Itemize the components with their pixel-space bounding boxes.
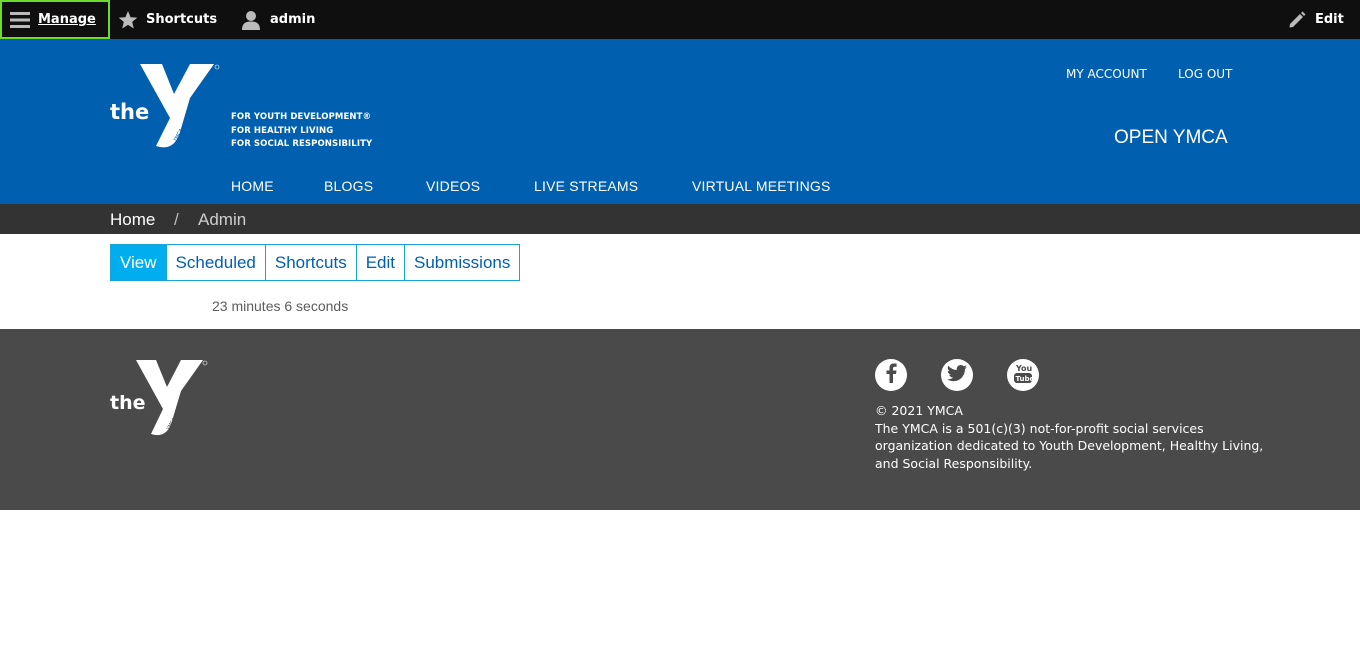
facebook-link[interactable]: [875, 359, 907, 391]
breadcrumb: Home / Admin: [0, 204, 1360, 234]
shortcuts-label: Shortcuts: [146, 12, 218, 27]
copyright-description: The YMCA is a 501(c)(3) not-for-profit s…: [875, 420, 1264, 471]
local-tabs: View Scheduled Shortcuts Edit Submission…: [110, 244, 521, 281]
youtube-link[interactable]: You Tube: [1007, 359, 1039, 391]
svg-text:the: the: [110, 100, 149, 124]
breadcrumb-home[interactable]: Home: [110, 210, 155, 230]
pencil-icon: [1288, 11, 1306, 29]
tab-view[interactable]: View: [111, 245, 166, 280]
copyright-text: © 2021 YMCA The YMCA is a 501(c)(3) not-…: [875, 402, 1275, 472]
facebook-icon: [884, 363, 898, 387]
copyright-line: © 2021 YMCA: [875, 403, 963, 418]
tab-shortcuts[interactable]: Shortcuts: [264, 245, 356, 280]
breadcrumb-current: Admin: [198, 210, 247, 229]
user-label: admin: [270, 12, 316, 27]
tagline-line: FOR HEALTHY LIVING: [231, 125, 334, 136]
nav-item-blogs[interactable]: BLOGS: [324, 178, 373, 194]
log-out-link[interactable]: LOG OUT: [1178, 67, 1232, 81]
tab-scheduled[interactable]: Scheduled: [165, 245, 265, 280]
shortcuts-button[interactable]: Shortcuts: [118, 0, 217, 39]
my-account-link[interactable]: MY ACCOUNT: [1066, 67, 1147, 81]
twitter-icon: [947, 364, 967, 386]
star-icon: [118, 10, 138, 30]
user-button[interactable]: admin: [241, 0, 315, 39]
menu-icon: [10, 11, 30, 29]
site-name[interactable]: OPEN YMCA: [1114, 127, 1228, 149]
member-duration: 23 minutes 6 seconds: [212, 298, 349, 314]
nav-item-home[interactable]: HOME: [231, 178, 274, 194]
tab-edit[interactable]: Edit: [355, 245, 404, 280]
tagline: FOR YOUTH DEVELOPMENT® FOR HEALTHY LIVIN…: [231, 111, 372, 152]
youtube-icon: You Tube: [1013, 362, 1035, 388]
breadcrumb-separator: /: [174, 210, 179, 229]
nav-item-live-streams[interactable]: LIVE STREAMS: [534, 178, 638, 194]
tab-submissions[interactable]: Submissions: [404, 245, 520, 280]
twitter-link[interactable]: [941, 359, 973, 391]
manage-button[interactable]: Manage: [0, 0, 110, 39]
tagline-line: FOR YOUTH DEVELOPMENT®: [231, 112, 372, 122]
manage-label: Manage: [38, 12, 96, 27]
svg-text:Tube: Tube: [1016, 375, 1034, 383]
nav-item-videos[interactable]: VIDEOS: [426, 178, 480, 194]
svg-text:the: the: [110, 392, 146, 414]
admin-toolbar: Manage Shortcuts admin Edit: [0, 0, 1360, 39]
footer-ymca-logo[interactable]: the YMCA: [110, 359, 210, 441]
nav-item-virtual-meetings[interactable]: VIRTUAL MEETINGS: [692, 178, 831, 194]
user-icon: [241, 10, 261, 30]
svg-text:You: You: [1015, 364, 1033, 373]
site-header: the YMCA FOR YOUTH DEVELOPMENT® FOR HEAL…: [0, 39, 1360, 204]
edit-toolbar-button[interactable]: Edit: [1288, 0, 1344, 39]
ymca-logo[interactable]: the YMCA: [110, 62, 222, 154]
site-footer: the YMCA You Tube © 2021 YMCA The YMCA is…: [0, 329, 1360, 510]
edit-label: Edit: [1315, 12, 1344, 27]
tagline-line: FOR SOCIAL RESPONSIBILITY: [231, 139, 373, 149]
